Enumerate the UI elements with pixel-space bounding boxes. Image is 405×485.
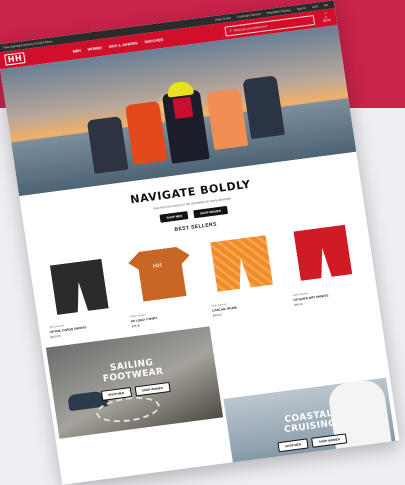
black-shorts-image [50, 259, 109, 315]
red-shorts-image [293, 225, 352, 281]
product-card[interactable]: Helly Hansen CASCAIS TRUNK $55.00 [201, 226, 287, 318]
search-placeholder: What are you looking for? [233, 23, 268, 33]
printed-shorts-image [210, 235, 273, 292]
nav-item-discover[interactable]: DISCOVER [144, 37, 163, 43]
product-card[interactable]: Helly Hansen HP FOIL CARGO SHORTS $100.0… [38, 247, 124, 339]
shop-women-button[interactable]: SHOP WOMEN [193, 205, 228, 219]
product-image[interactable] [282, 215, 365, 290]
product-image[interactable] [201, 226, 284, 301]
product-image[interactable] [38, 247, 121, 322]
tshirt-logo: HH [152, 262, 163, 271]
product-card[interactable]: Helly Hansen HP QUICK-DRY SHORTS $90.00 [282, 215, 368, 307]
language-selector[interactable]: EN [324, 3, 329, 8]
promo-coastal-cruising[interactable]: COASTAL CRUISING SHOP MEN SHOP WOMEN [222, 377, 400, 485]
currency-selector[interactable]: USD [312, 4, 319, 9]
cart-button[interactable]: 🛒 0 $0.00 [322, 11, 331, 24]
jacket-hood [166, 80, 195, 98]
nav-item-women[interactable]: WOMEN [87, 45, 102, 51]
cart-total: $0.00 [322, 18, 331, 24]
shop-men-button[interactable]: SHOP MEN [159, 211, 189, 223]
promo-shop-women-button[interactable]: SHOP WOMEN [134, 381, 171, 397]
product-card[interactable]: HH Helly Hansen HH LOGO T-SHIRT $35.00 [120, 237, 206, 328]
jacket-collar [172, 96, 194, 119]
promo-sailing-footwear[interactable]: SAILING FOOTWEAR SHOP MEN SHOP WOMEN [45, 326, 223, 439]
util-link-help[interactable]: Help Center [215, 16, 231, 22]
brand-logo[interactable]: HH [4, 52, 26, 66]
nav-item-men[interactable]: MEN [72, 48, 81, 53]
promo-shop-men-button[interactable]: SHOP MEN [277, 438, 309, 453]
search-icon: ⚲ [229, 28, 232, 33]
jacket-navy [86, 116, 129, 174]
util-link-signin[interactable]: Sign In [296, 6, 306, 11]
nav-item-kids[interactable]: KIDS & JUNIORS [108, 41, 137, 49]
product-image[interactable]: HH [120, 237, 203, 312]
webpage-screenshot: Free Standard Delivery On All Orders Hel… [0, 0, 400, 485]
jacket-peach [205, 88, 249, 151]
orange-tshirt-image: HH [127, 245, 196, 303]
